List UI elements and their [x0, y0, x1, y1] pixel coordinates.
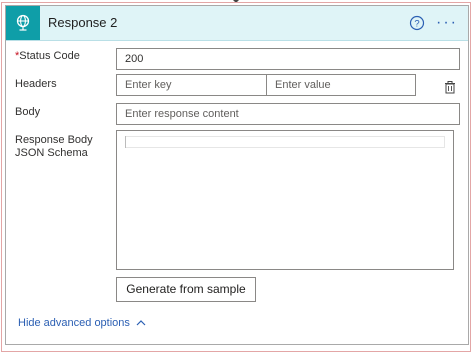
card-header[interactable]: Response 2 ? ··· [6, 6, 468, 41]
header-value-input[interactable]: Enter value [266, 74, 416, 96]
ellipsis-icon[interactable]: ··· [436, 14, 460, 32]
response-action-card: Response 2 ? ··· *Status Code 200 Header… [5, 5, 469, 345]
globe-icon [6, 6, 40, 40]
schema-editor[interactable] [116, 130, 454, 270]
status-code-input[interactable]: 200 [116, 48, 460, 70]
header-key-input[interactable]: Enter key [116, 74, 267, 96]
schema-editor-cursor [125, 136, 126, 148]
trash-icon[interactable] [443, 80, 457, 94]
generate-from-sample-button[interactable]: Generate from sample [116, 277, 256, 302]
schema-editor-line [125, 136, 445, 148]
schema-label: Response Body JSON Schema [15, 134, 93, 159]
hide-advanced-options-label: Hide advanced options [18, 317, 130, 329]
chevron-up-icon [136, 318, 146, 328]
body-label: Body [15, 106, 41, 118]
card-title[interactable]: Response 2 [48, 15, 117, 30]
hide-advanced-options-link[interactable]: Hide advanced options [18, 317, 146, 329]
question-circle-icon[interactable]: ? [409, 15, 425, 31]
body-input[interactable]: Enter response content [116, 103, 460, 125]
headers-label: Headers [15, 78, 57, 90]
svg-text:?: ? [414, 19, 419, 30]
status-code-label: *Status Code [15, 50, 80, 62]
